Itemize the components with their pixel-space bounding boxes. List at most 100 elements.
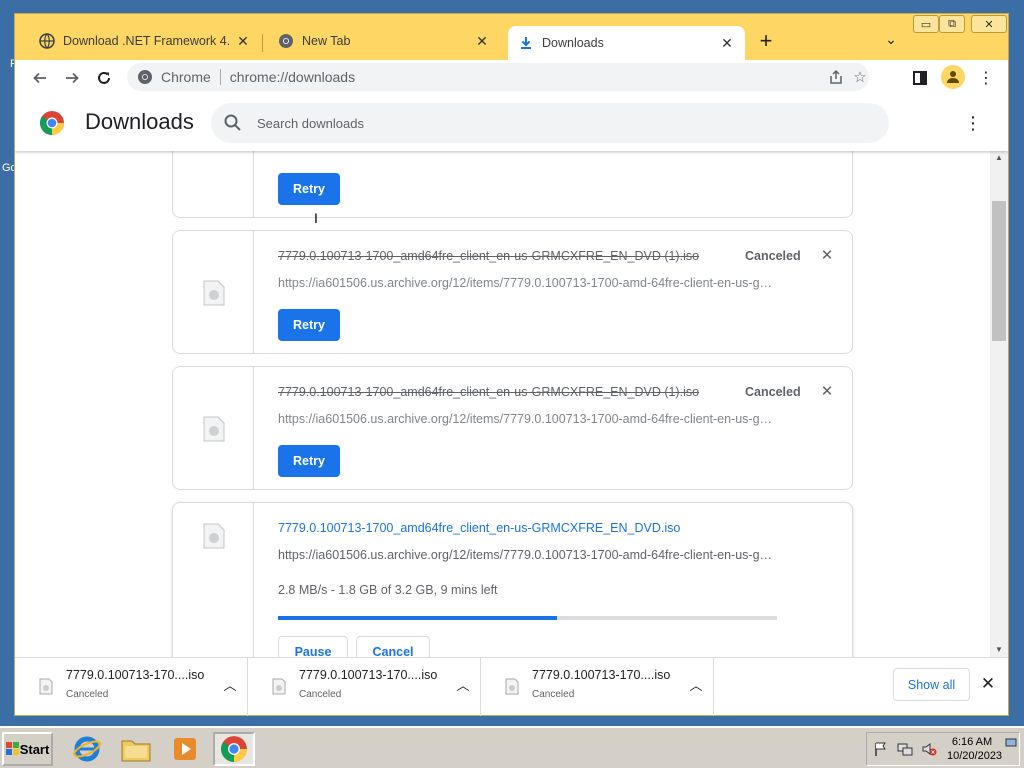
file-explorer-icon[interactable] xyxy=(115,732,157,766)
source-url[interactable]: https://ia601506.us.archive.org/12/items… xyxy=(278,548,773,562)
show-all-button[interactable]: Show all xyxy=(893,668,970,701)
close-tab-icon[interactable]: ✕ xyxy=(474,33,490,49)
retry-button[interactable]: Retry xyxy=(278,173,340,205)
globe-icon xyxy=(39,33,55,49)
tab-search-chevron-icon[interactable]: ⌄ xyxy=(881,31,901,51)
action-center-flag-icon[interactable] xyxy=(873,741,889,757)
windows-logo-icon xyxy=(5,742,19,755)
file-icon-column xyxy=(173,503,254,657)
source-url[interactable]: https://ia601506.us.archive.org/12/items… xyxy=(278,276,773,290)
download-shelf: 7779.0.100713-170....iso Canceled ︿ 7779… xyxy=(15,657,1008,716)
reload-button[interactable] xyxy=(91,65,117,91)
internet-explorer-icon[interactable] xyxy=(66,732,108,766)
downloads-header: Downloads ⋮ xyxy=(15,96,1008,151)
file-icon xyxy=(39,678,53,695)
shelf-item[interactable]: 7779.0.100713-170....iso Canceled ︿ xyxy=(481,658,714,716)
search-icon xyxy=(224,114,241,131)
new-tab-button[interactable]: + xyxy=(755,30,777,53)
start-button[interactable]: Start xyxy=(2,732,53,766)
scroll-down-arrow-icon[interactable]: ▼ xyxy=(990,643,1008,657)
remove-from-list-icon[interactable]: ✕ xyxy=(817,245,837,265)
page-title: Downloads xyxy=(85,109,194,134)
omnibox-divider xyxy=(219,69,221,85)
profile-avatar[interactable] xyxy=(941,65,965,89)
tab-title: Download .NET Framework 4.8 O xyxy=(63,34,229,48)
scroll-up-arrow-icon[interactable]: ▲ xyxy=(990,151,1008,165)
back-button[interactable] xyxy=(27,65,53,91)
file-name[interactable]: 7779.0.100713-1700_amd64fre_client_en-us… xyxy=(278,385,699,399)
show-desktop-icon[interactable] xyxy=(1005,737,1017,749)
chevron-up-icon[interactable]: ︿ xyxy=(687,675,705,693)
close-shelf-icon[interactable]: ✕ xyxy=(977,673,999,695)
chrome-icon xyxy=(279,34,293,48)
more-actions-icon[interactable]: ⋮ xyxy=(961,111,985,135)
volume-muted-icon[interactable] xyxy=(921,741,937,757)
share-icon[interactable] xyxy=(823,63,849,91)
address-bar[interactable]: Chrome chrome://downloads ☆ xyxy=(127,63,869,91)
chevron-up-icon[interactable]: ︿ xyxy=(221,675,239,693)
search-input[interactable] xyxy=(257,115,857,131)
clock-date: 10/20/2023 xyxy=(947,750,1003,762)
maximize-button[interactable]: ⧉ xyxy=(939,15,965,33)
tab-title: Downloads xyxy=(542,36,604,50)
download-status: Canceled xyxy=(745,249,801,263)
file-icon-column xyxy=(173,367,254,489)
file-icon xyxy=(203,280,225,306)
toolbar: Chrome chrome://downloads ☆ ⋮ xyxy=(15,60,1008,96)
download-card-active: 7779.0.100713-1700_amd64fre_client_en-us… xyxy=(172,502,853,657)
reload-icon xyxy=(98,71,110,84)
pause-button[interactable]: Pause xyxy=(278,636,348,657)
forward-button[interactable] xyxy=(59,65,85,91)
file-icon xyxy=(203,523,225,549)
download-status: Canceled xyxy=(745,385,801,399)
file-name[interactable]: 7779.0.100713-1700_amd64fre_client_en-us… xyxy=(278,249,699,263)
file-icon xyxy=(505,678,519,695)
progress-bar-fill xyxy=(278,616,558,620)
tab-title: New Tab xyxy=(302,34,351,48)
start-label: Start xyxy=(19,741,50,757)
file-icon-column xyxy=(173,231,254,353)
file-name-link[interactable]: 7779.0.100713-1700_amd64fre_client_en-us… xyxy=(278,521,680,535)
search-box[interactable] xyxy=(211,103,889,143)
scroll-thumb[interactable] xyxy=(992,201,1006,341)
scrollbar[interactable]: ▲ ▼ xyxy=(990,151,1008,657)
shelf-status: Canceled xyxy=(299,689,342,700)
retry-button[interactable]: Retry xyxy=(278,309,340,341)
text-cursor-icon: I xyxy=(314,210,318,226)
retry-button[interactable]: Retry xyxy=(278,445,340,477)
chevron-up-icon[interactable]: ︿ xyxy=(454,675,472,693)
shelf-file-name: 7779.0.100713-170....iso xyxy=(532,668,671,682)
bookmark-star-icon[interactable]: ☆ xyxy=(847,63,873,91)
cancel-button[interactable]: Cancel xyxy=(356,636,430,657)
close-window-button[interactable]: ✕ xyxy=(971,15,1007,33)
close-tab-icon[interactable]: ✕ xyxy=(719,35,735,51)
system-tray: 6:16 AM 10/20/2023 xyxy=(866,732,1020,766)
downloads-page: Downloads ⋮ Retry 7779.0.100713-1700_amd… xyxy=(15,96,1008,657)
shelf-item[interactable]: 7779.0.100713-170....iso Canceled ︿ xyxy=(15,658,248,716)
remove-from-list-icon[interactable]: ✕ xyxy=(817,381,837,401)
download-card: 7779.0.100713-1700_amd64fre_client_en-us… xyxy=(172,230,853,354)
shelf-file-name: 7779.0.100713-170....iso xyxy=(299,668,438,682)
shelf-status: Canceled xyxy=(532,689,575,700)
minimize-button[interactable]: ▭ xyxy=(913,15,939,33)
menu-kebab-icon[interactable]: ⋮ xyxy=(973,65,999,91)
close-tab-icon[interactable]: ✕ xyxy=(235,33,251,49)
tab-downloads[interactable]: Downloads ✕ xyxy=(508,26,745,60)
tab-new-tab[interactable]: New Tab ✕ xyxy=(268,26,500,56)
file-icon xyxy=(203,416,225,442)
tab-separator xyxy=(262,34,263,52)
clock-time: 6:16 AM xyxy=(951,736,993,748)
back-arrow-icon xyxy=(33,72,46,84)
tab-dotnet[interactable]: Download .NET Framework 4.8 O ✕ xyxy=(29,26,261,56)
side-panel-icon[interactable] xyxy=(907,65,933,91)
download-card: 7779.0.100713-1700_amd64fre_client_en-us… xyxy=(172,366,853,490)
network-icon[interactable] xyxy=(897,741,913,757)
source-url[interactable]: https://ia601506.us.archive.org/12/items… xyxy=(278,412,773,426)
chrome-taskbar-icon[interactable] xyxy=(213,732,255,766)
media-player-icon[interactable] xyxy=(164,732,206,766)
person-icon xyxy=(947,71,959,83)
url-text[interactable]: chrome://downloads xyxy=(230,69,355,85)
shelf-item[interactable]: 7779.0.100713-170....iso Canceled ︿ xyxy=(248,658,481,716)
clock[interactable]: 6:16 AM 10/20/2023 xyxy=(947,735,1003,763)
taskbar: Start 6:16 AM 10/20/2023 xyxy=(0,726,1024,768)
